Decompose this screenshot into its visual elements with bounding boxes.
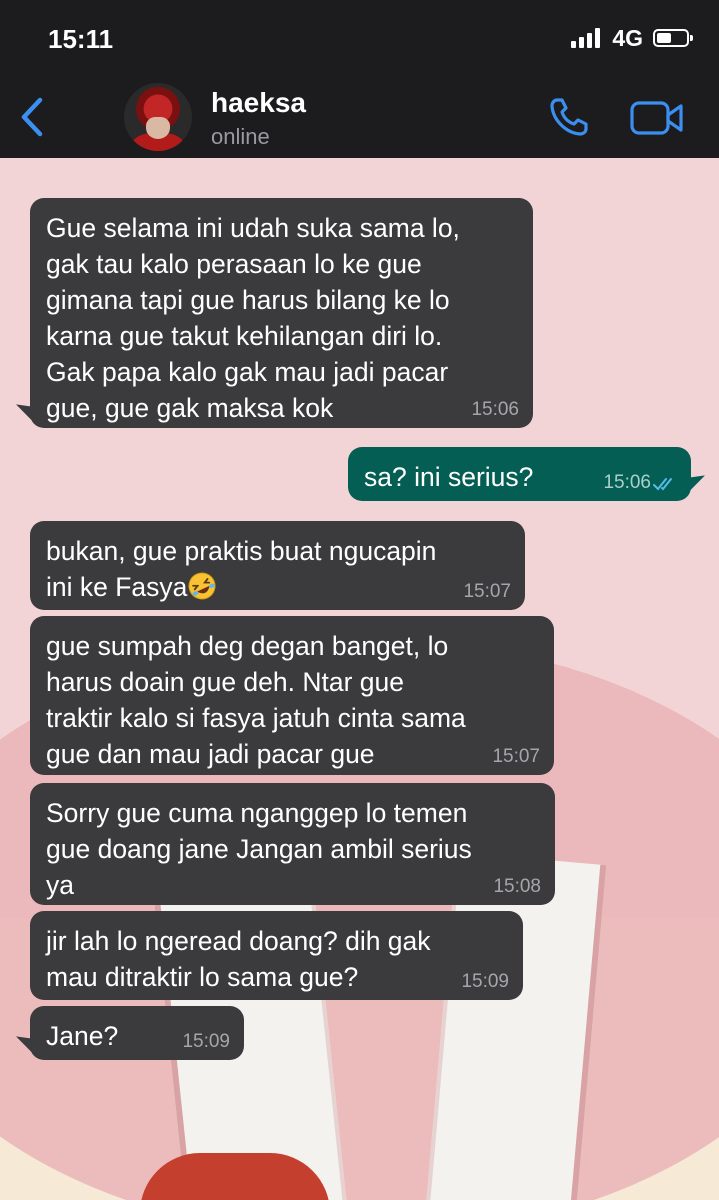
message-bubble-incoming[interactable]: Sorry gue cuma nganggep lo temen gue doa… [30,783,555,905]
message-text: gue sumpah deg degan banget, lo harus do… [46,631,466,769]
message-bubble-incoming[interactable]: Gue selama ini udah suka sama lo, gak ta… [30,198,533,428]
message-bubble-incoming[interactable]: Jane? 15:09 [30,1006,244,1060]
message-bubble-incoming[interactable]: gue sumpah deg degan banget, lo harus do… [30,616,554,775]
video-camera-icon[interactable] [630,99,684,137]
signal-strength-icon [571,28,603,48]
message-time: 15:06 [603,472,651,493]
message-bubble-incoming[interactable]: bukan, gue praktis buat ngucapin ini ke … [30,521,525,610]
back-chevron-icon[interactable] [16,96,48,138]
message-time: 15:09 [461,971,509,992]
message-text: bukan, gue praktis buat ngucapin ini ke … [46,536,437,602]
message-text: Gue selama ini udah suka sama lo, gak ta… [46,213,460,423]
message-time: 15:06 [471,399,519,420]
contact-name[interactable]: haeksa [211,87,306,119]
contact-status: online [211,124,270,149]
message-text: jir lah lo ngeread doang? dih gak mau di… [46,926,431,992]
network-type: 4G [612,24,643,51]
battery-icon [653,29,693,47]
message-bubble-incoming[interactable]: jir lah lo ngeread doang? dih gak mau di… [30,911,523,1000]
rolling-on-floor-laughing-emoji-icon [188,572,216,600]
message-time: 15:09 [182,1031,230,1052]
phone-icon[interactable] [548,96,590,138]
status-time: 15:11 [48,24,114,54]
message-bubble-outgoing[interactable]: sa? ini serius? 15:06 [348,447,691,501]
status-indicators: 4G [571,24,693,51]
message-text: Sorry gue cuma nganggep lo temen gue doa… [46,798,472,900]
double-check-icon [653,478,672,491]
message-time: 15:07 [492,746,540,767]
message-time: 15:07 [463,581,511,602]
chat-header: 15:11 4G haeksa online [0,0,719,158]
message-time: 15:08 [493,876,541,897]
contact-avatar[interactable] [124,83,192,151]
message-list[interactable]: Gue selama ini udah suka sama lo, gak ta… [0,158,719,1200]
